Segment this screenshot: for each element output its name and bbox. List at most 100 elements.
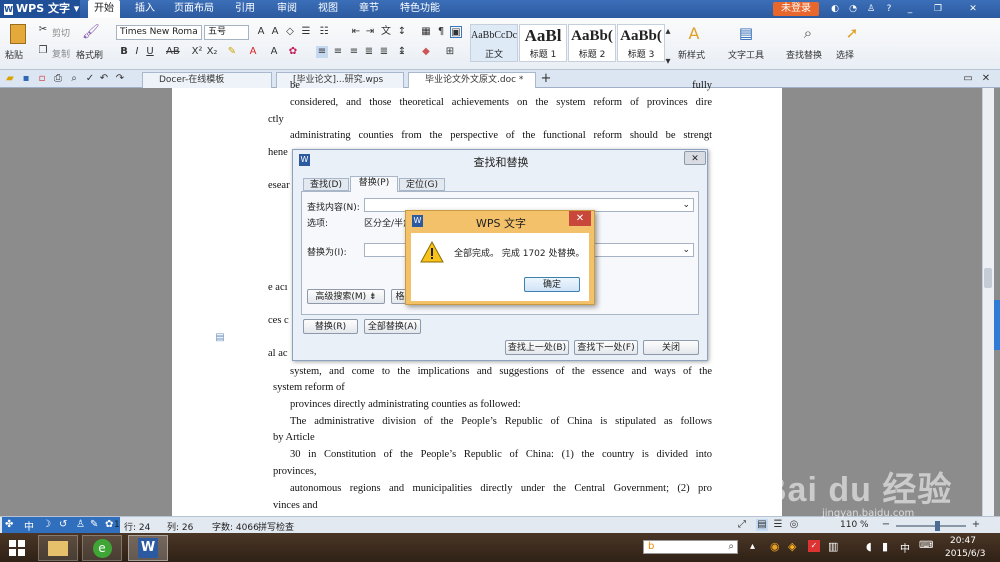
tray-network-icon[interactable]: ▥ [828,540,838,553]
char-shading-icon[interactable]: A [268,46,280,58]
numbering-icon[interactable]: ☷ [318,26,330,38]
scrollbar-thumb[interactable] [984,268,992,288]
close-icon[interactable]: ✕ [968,4,978,14]
chevron-down-icon[interactable]: ⌄ [682,244,690,257]
tab-close-icon[interactable]: ✕ [980,73,992,85]
tab-docer-templates[interactable]: Docer-在线模板 [142,72,272,88]
find-previous-button[interactable]: 查找上一处(B) [505,340,569,355]
tray-expand-icon[interactable]: ▴ [750,541,755,552]
borders-icon[interactable]: ⊞ [444,46,456,58]
menu-tab-3[interactable]: 引用 [225,0,265,18]
menu-tab-4[interactable]: 审阅 [268,0,306,18]
replace-button[interactable]: 替换(R) [303,319,358,334]
subscript-icon[interactable]: X₂ [206,46,218,58]
side-panel-handle[interactable] [994,300,1000,350]
italic-icon[interactable]: I [131,46,143,58]
skin-icon[interactable]: ◐ [830,4,840,14]
print-icon[interactable]: ⎙ [52,73,64,85]
styles-scroll-up-icon[interactable]: ▴ [662,26,674,38]
word-count[interactable]: 字数: 4066 [212,520,259,533]
web-view-icon[interactable]: ◎ [788,519,800,531]
wps-taskbar-button[interactable]: W [128,535,168,561]
taskbar-search-box[interactable]: b ⌕ [643,540,738,554]
copy-icon[interactable]: ❐ [37,45,49,57]
tray-shield-icon[interactable]: ◈ [788,540,796,553]
dialog-tab-2[interactable]: 定位(G) [399,178,445,191]
format-painter-icon[interactable]: 🖌 [82,25,100,39]
show-marks-icon[interactable]: ¶ [435,26,447,38]
replace-all-button[interactable]: 全部替换(A) [364,319,421,334]
help-icon[interactable]: ? [884,4,894,14]
outline-view-icon[interactable]: ☰ [772,519,784,531]
paste-button[interactable]: 粘贴 [5,48,23,61]
text-effect-icon[interactable]: ✿ [287,46,299,58]
browser-taskbar-button[interactable]: e [82,535,122,561]
search-icon[interactable]: ⌕ [728,541,734,552]
clock-time[interactable]: 20:47 [950,536,976,546]
font-name-select[interactable]: Times New Roma [116,25,202,40]
spell-check-icon[interactable]: ✓ [84,73,96,85]
style-gallery-item[interactable]: AaBl 标题 1 [519,24,567,62]
new-style-button[interactable]: 新样式 [678,48,705,61]
underline-icon[interactable]: U [144,46,156,58]
message-close-icon[interactable]: ✕ [569,211,591,226]
select-button[interactable]: 选择 [836,48,854,61]
dialog-tab-0[interactable]: 查找(D) [303,178,349,191]
font-color-icon[interactable]: A [247,46,259,58]
export-pdf-icon[interactable]: ▫ [36,73,48,85]
page-view-icon[interactable]: ▤ [756,519,768,531]
tray-app-icon[interactable]: ◉ [770,540,780,553]
select-cursor-icon[interactable]: ➚ [842,24,862,44]
ime-mode[interactable]: 中 [24,518,34,533]
align-left-icon[interactable]: ≡ [316,46,328,58]
shading-icon[interactable]: ◆ [420,46,432,58]
chinese-layout-icon[interactable]: 文 [380,26,392,38]
settings-icon[interactable]: ◔ [848,4,858,14]
chevron-down-icon[interactable]: ⌄ [682,199,690,212]
cut-button[interactable]: 剪切 [52,26,70,39]
dialog-tab-1[interactable]: 替换(P) [350,176,398,192]
style-gallery-item[interactable]: AaBb(标题 3 [617,24,665,62]
zoom-slider[interactable] [896,525,966,527]
zoom-slider-thumb[interactable] [935,521,940,531]
punctuation-icon[interactable]: ↺ [59,519,67,530]
login-button[interactable]: 未登录 [773,2,819,16]
tray-keyboard-icon[interactable]: ⌨ [919,540,933,551]
undo-icon[interactable]: ↶ [98,73,110,85]
tray-power-icon[interactable]: ▮ [882,540,888,553]
outdent-icon[interactable]: ⇤ [350,26,362,38]
clock-date[interactable]: 2015/6/3 [945,549,985,559]
tray-ime-indicator[interactable]: 中 [900,540,910,555]
explorer-taskbar-button[interactable] [38,535,78,561]
indent-icon[interactable]: ⇥ [364,26,376,38]
open-folder-icon[interactable]: ▰ [4,73,16,85]
vertical-scrollbar[interactable] [982,88,994,516]
distributed-icon[interactable]: ≣ [378,46,390,58]
tab-list-icon[interactable]: ▭ [962,73,974,85]
windows-start-icon[interactable] [8,539,26,557]
copy-button[interactable]: 复制 [52,47,70,60]
pen-icon[interactable]: ✎ [90,519,98,530]
align-center-icon[interactable]: ≡ [332,46,344,58]
menu-tab-0[interactable]: 开始 [88,0,120,18]
new-style-icon[interactable]: A [684,24,704,44]
paragraph-handle-icon[interactable]: ▤ [214,332,226,344]
table-border-icon[interactable]: ▦ [420,26,432,38]
minimize-icon[interactable]: _ [905,4,915,14]
cut-icon[interactable]: ✂ [37,24,49,36]
save-icon[interactable]: ▪ [20,73,32,85]
menu-tab-6[interactable]: 章节 [350,0,388,18]
tray-security-icon[interactable]: ✓ [808,540,820,552]
dialog-close-icon[interactable]: ✕ [684,151,706,165]
fullscreen-icon[interactable]: ⤢ [736,519,748,531]
layout-toggle-icon[interactable]: ▣ [450,26,462,38]
close-button[interactable]: 关闭 [643,340,699,355]
spell-check-status[interactable]: 拼写检查 [258,520,294,533]
bold-icon[interactable]: B [118,46,130,58]
menu-tab-7[interactable]: 特色功能 [392,0,448,18]
menu-tab-2[interactable]: 页面布局 [165,0,223,18]
bullets-icon[interactable]: ☰ [300,26,312,38]
redo-icon[interactable]: ↷ [114,73,126,85]
restore-icon[interactable]: ❐ [933,4,943,14]
moon-icon[interactable]: ☽ [42,519,51,530]
